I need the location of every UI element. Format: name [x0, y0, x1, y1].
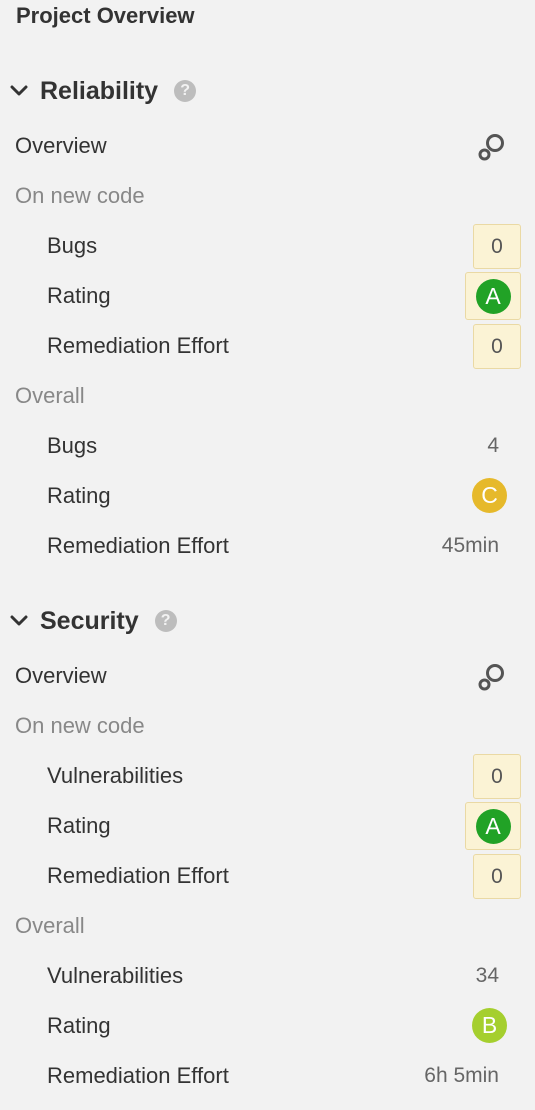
bugs-label: Bugs — [47, 433, 98, 458]
overview-label: Overview — [15, 663, 107, 688]
overall-effort-value[interactable]: 6h 5min — [424, 1051, 499, 1101]
new-rating-box[interactable]: A — [465, 272, 521, 320]
rating-badge-a: A — [475, 808, 511, 844]
security-new-rating-row[interactable]: Rating A — [0, 801, 535, 851]
rating-badge-a: A — [475, 278, 511, 314]
chevron-down-icon[interactable] — [8, 80, 30, 102]
reliability-overall-group: Overall — [0, 371, 535, 421]
new-code-label: On new code — [15, 183, 145, 208]
rating-badge-c[interactable]: C — [472, 478, 507, 513]
new-vulnerabilities-value[interactable]: 0 — [473, 754, 521, 799]
chevron-down-icon[interactable] — [8, 610, 30, 632]
security-overall-group: Overall — [0, 901, 535, 951]
page-title: Project Overview — [16, 3, 195, 28]
overall-effort-value[interactable]: 45min — [442, 521, 499, 571]
remediation-effort-label: Remediation Effort — [47, 333, 229, 358]
new-rating-box[interactable]: A — [465, 802, 521, 850]
search-icon[interactable] — [477, 132, 507, 162]
rating-label: Rating — [47, 813, 111, 838]
reliability-overall-bugs-row[interactable]: Bugs 4 — [0, 421, 535, 471]
reliability-new-effort-row[interactable]: Remediation Effort 0 — [0, 321, 535, 371]
new-effort-value[interactable]: 0 — [473, 324, 521, 369]
security-overall-vulnerabilities-row[interactable]: Vulnerabilities 34 — [0, 951, 535, 1001]
security-title: Security — [40, 606, 139, 635]
overall-label: Overall — [15, 383, 85, 408]
reliability-new-code-group: On new code — [0, 171, 535, 221]
reliability-overall-rating-row[interactable]: Rating C — [0, 471, 535, 521]
reliability-overall-effort-row[interactable]: Remediation Effort 45min — [0, 521, 535, 571]
rating-label: Rating — [47, 283, 111, 308]
bugs-label: Bugs — [47, 233, 98, 258]
security-overall-rating-row[interactable]: Rating B — [0, 1001, 535, 1051]
help-icon[interactable]: ? — [174, 80, 197, 102]
rating-badge-b[interactable]: B — [472, 1008, 507, 1043]
new-code-label: On new code — [15, 713, 145, 738]
security-section-header[interactable]: Security ? — [8, 601, 177, 641]
security-new-vulnerabilities-row[interactable]: Vulnerabilities 0 — [0, 751, 535, 801]
remediation-effort-label: Remediation Effort — [47, 533, 229, 558]
rating-label: Rating — [47, 483, 111, 508]
vulnerabilities-label: Vulnerabilities — [47, 763, 184, 788]
reliability-new-bugs-row[interactable]: Bugs 0 — [0, 221, 535, 271]
new-effort-value[interactable]: 0 — [473, 854, 521, 899]
security-new-effort-row[interactable]: Remediation Effort 0 — [0, 851, 535, 901]
overview-label: Overview — [15, 133, 107, 158]
new-bugs-value[interactable]: 0 — [473, 224, 521, 269]
reliability-section-header[interactable]: Reliability ? — [8, 71, 197, 111]
overall-bugs-value[interactable]: 4 — [487, 421, 499, 471]
help-icon[interactable]: ? — [154, 610, 177, 632]
overall-label: Overall — [15, 913, 85, 938]
reliability-overview-row[interactable]: Overview — [0, 121, 535, 171]
security-new-code-group: On new code — [0, 701, 535, 751]
overall-vulnerabilities-value[interactable]: 34 — [476, 951, 499, 1001]
reliability-new-rating-row[interactable]: Rating A — [0, 271, 535, 321]
remediation-effort-label: Remediation Effort — [47, 863, 229, 888]
reliability-title: Reliability — [40, 76, 159, 105]
security-overview-row[interactable]: Overview — [0, 651, 535, 701]
rating-label: Rating — [47, 1013, 111, 1038]
search-icon[interactable] — [477, 662, 507, 692]
security-overall-effort-row[interactable]: Remediation Effort 6h 5min — [0, 1051, 535, 1101]
remediation-effort-label: Remediation Effort — [47, 1063, 229, 1088]
vulnerabilities-label: Vulnerabilities — [47, 963, 184, 988]
